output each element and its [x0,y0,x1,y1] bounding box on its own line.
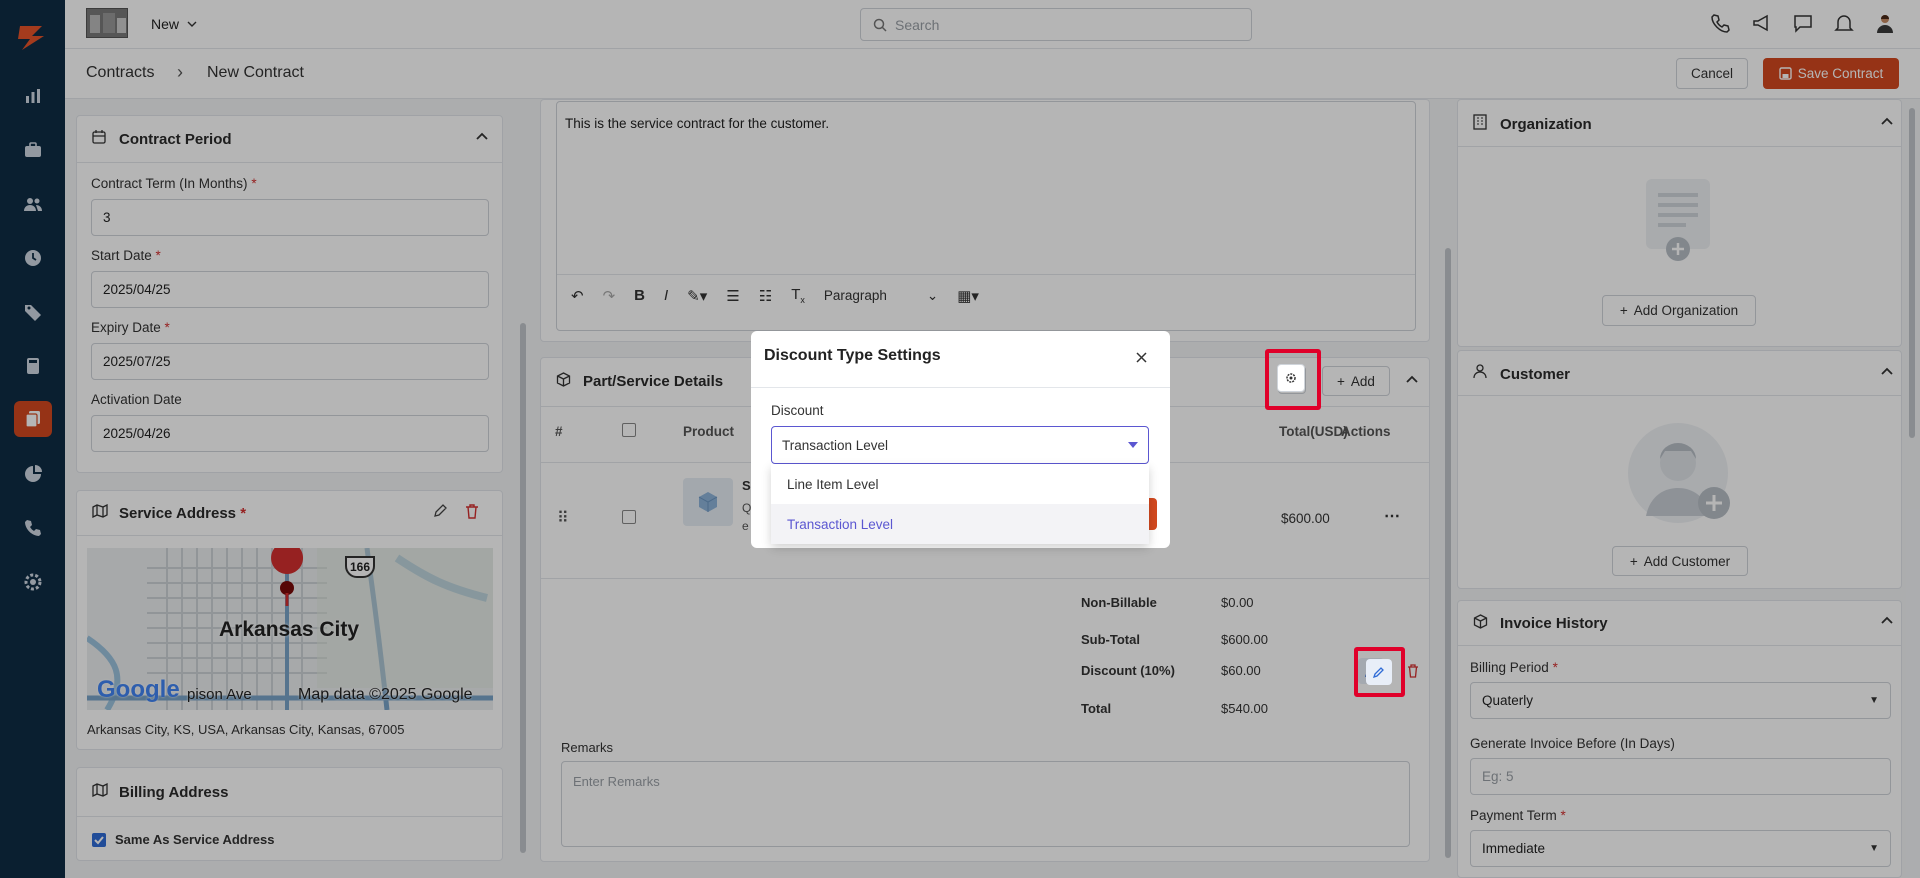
discount-field-label: Discount [771,403,824,418]
discount-selected-value: Transaction Level [782,437,889,453]
modal-title: Discount Type Settings [764,347,941,364]
option-line-item-label: Line Item Level [787,476,879,492]
option-transaction-label: Transaction Level [787,516,894,532]
highlight-settings-button [1265,349,1321,410]
highlight-edit-discount [1354,647,1405,697]
discount-dropdown-menu: Line Item Level Transaction Level [771,464,1149,544]
pencil-icon [1373,667,1384,678]
option-transaction-level[interactable]: Transaction Level [771,504,1149,544]
discount-select[interactable]: Transaction Level [771,426,1149,464]
gear-highlight[interactable] [1277,364,1305,392]
gear-icon [1286,373,1296,383]
option-line-item-level[interactable]: Line Item Level [771,464,1149,504]
caret-down-icon [1128,442,1138,448]
pencil-highlight[interactable] [1366,659,1392,685]
discount-type-modal: Discount Type Settings Discount Transact… [751,331,1170,548]
divider [751,387,1170,388]
close-icon[interactable] [1136,352,1147,363]
